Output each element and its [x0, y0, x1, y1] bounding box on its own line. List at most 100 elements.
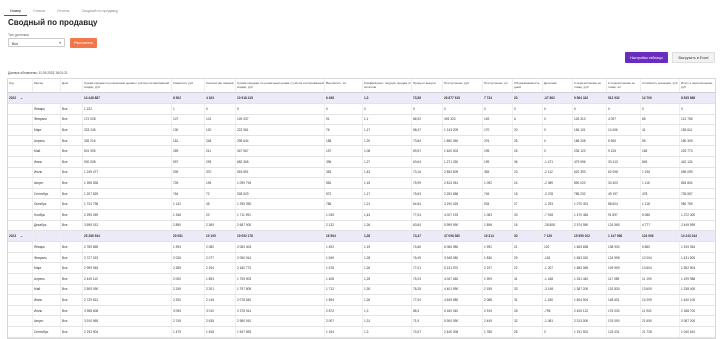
dom-cell: [60, 93, 82, 103]
value-cell: 4 163: [204, 93, 235, 103]
value-cell: 13 600: [640, 284, 679, 295]
value-cell: 1 563 020: [572, 252, 606, 263]
table-row[interactable]: Ноябрь Все 2 295 269 1 346 23 1 711 991 1 035 1…: [8, 210, 715, 221]
value-cell: 32: [512, 316, 542, 326]
value-cell: 1,28: [362, 252, 411, 263]
value-cell: 1 992: [482, 242, 512, 252]
table-row[interactable]: Август Все 1 396 535 726 194 1 099 794 581 1,15…: [8, 178, 715, 189]
tab-number[interactable]: Номер: [4, 7, 28, 16]
value-cell: 1 116: [640, 178, 679, 188]
table-row[interactable]: Март Все 2 999 946 2 289 2 294 2 180 772 1 678…: [8, 263, 715, 274]
value-cell: 109 909: [606, 263, 640, 273]
table-row[interactable]: Июль Все 3 958 608 3 095 3 010 2 378 914 2 872…: [8, 305, 715, 317]
value-cell: 0: [640, 104, 679, 114]
value-cell: 180 309: [679, 135, 715, 146]
value-cell: 5 160 040: [442, 305, 482, 316]
value-cell: 2 193 904: [82, 327, 171, 337]
value-cell: 0: [542, 114, 572, 125]
expand-icon[interactable]: ⌄: [20, 234, 23, 238]
column-header[interactable]: Дом: [60, 79, 82, 92]
table-row[interactable]: Май Все 501 905 269 211 347 967 157 1,08 69,57 1 …: [8, 146, 715, 157]
column-header[interactable]: Процент выкупа: [411, 79, 442, 92]
column-header[interactable]: Год: [8, 79, 32, 92]
table-row[interactable]: Июль Все 1 249 477 539 370 918 891 383 1,43 73,1…: [8, 167, 715, 179]
value-cell: 8 902: [171, 93, 204, 103]
table-row[interactable]: Декабрь Все 3 699 012 2 890 2 369 2 687 000 2 …: [8, 220, 715, 232]
value-cell: 30: [512, 231, 542, 242]
column-header[interactable]: Оборачиваемость, дней: [512, 79, 542, 92]
column-header[interactable]: Стоимость хранения, руб: [640, 79, 679, 92]
value-cell: 0: [606, 104, 640, 114]
value-cell: 1 035: [324, 210, 362, 220]
table-row[interactable]: Март Все 323 245 130 120 222 961 76 1,17 58,47 1 …: [8, 125, 715, 136]
export-excel-button[interactable]: Выгрузить в Excel: [672, 52, 715, 63]
value-cell: 33: [512, 210, 542, 220]
value-cell: 199: [482, 157, 512, 167]
calculate-button[interactable]: Рассчитать: [70, 38, 97, 48]
value-cell: 77,04: [411, 210, 442, 220]
column-header[interactable]: Сумма продажи по розничным ценам с учёто…: [235, 79, 324, 92]
year-row[interactable]: 2022 ⌄ 14 448 887 8 902 4 163 10 918 415 6 498…: [8, 93, 715, 104]
value-cell: 785 232: [572, 188, 606, 199]
value-cell: -7 918: [542, 210, 572, 220]
tab-list[interactable]: Список: [27, 7, 51, 16]
table-row[interactable]: Август Все 3 910 965 2 749 2 635 2 980 910 2 0…: [8, 316, 715, 327]
table-row[interactable]: Октябрь Все 1 724 798 1 142 45 1 295 390 786 1,…: [8, 199, 715, 210]
value-cell: 501 905: [82, 146, 171, 156]
table-row[interactable]: Январь Все 1 222 1 0 0 0 0 0 0 0 0 0 0 0 0 0: [8, 104, 715, 115]
column-header[interactable]: Количество заказов: [204, 79, 235, 92]
month-cell: Май: [32, 284, 60, 295]
table-settings-button[interactable]: Настройки таблицы: [625, 52, 668, 63]
value-cell: 27: [512, 199, 542, 209]
column-header[interactable]: Месяц: [32, 79, 60, 92]
value-cell: 2 853 509: [442, 167, 482, 178]
column-header[interactable]: Выплатить, шт: [324, 79, 362, 92]
value-cell: 8 535 668: [679, 93, 715, 103]
table-row[interactable]: Сентябрь Все 1 207 829 764 72 928 529 572 1,17 7…: [8, 188, 715, 200]
column-header[interactable]: Коэффициент текущих продаж от остатков: [362, 79, 411, 92]
table-row[interactable]: Апрель Все 339 216 181 248 295 644 185 1,20 73,8…: [8, 135, 715, 147]
filter-select[interactable]: Все ▾: [8, 38, 65, 47]
column-header[interactable]: Поступление, руб: [442, 79, 482, 92]
table-row[interactable]: Январь Все 2 789 855 1 994 2 080 2 083 404 1 4…: [8, 242, 715, 253]
value-cell: 21: [512, 242, 542, 252]
table-row[interactable]: Май Все 2 509 090 2 249 2 201 1 797 809 1 712 1…: [8, 284, 715, 296]
column-header[interactable]: К перечислению за товар, руб: [572, 79, 606, 92]
value-cell: 918 891: [235, 167, 324, 178]
column-header[interactable]: Комиссия, руб: [171, 79, 204, 92]
value-cell: 130: [171, 125, 204, 135]
column-header[interactable]: К перечислению за товар, шт: [606, 79, 640, 92]
value-cell: 22: [512, 263, 542, 273]
table-row[interactable]: Февраль Все 172 028 107 101 149 437 91 1,1 86,92…: [8, 114, 715, 126]
year-cell: [8, 168, 32, 178]
value-cell: -3 148: [542, 284, 572, 295]
year-cell: [8, 295, 32, 305]
tab-seller-summary[interactable]: Сводный по продавцу: [75, 7, 124, 16]
value-cell: 76,25: [411, 284, 442, 295]
year-cell: [8, 146, 32, 156]
value-cell: 581: [324, 178, 362, 188]
value-cell: 1 196: [640, 167, 679, 178]
year-cell: [8, 221, 32, 231]
table-row[interactable]: Сентябрь Все 2 193 904 1 479 1 818 1 547 893 1…: [8, 327, 715, 338]
value-cell: 165: [640, 146, 679, 156]
value-cell: 120: [542, 242, 572, 252]
table-row[interactable]: Апрель Все 2 449 110 2 000 1 893 1 705 903 1 4…: [8, 274, 715, 285]
column-header[interactable]: Сумма продаж по розничным ценам с учётом…: [82, 79, 171, 92]
table-row[interactable]: Февраль Все 2 727 023 2 026 2 077 2 050 914 1 …: [8, 252, 715, 264]
value-cell: 41: [640, 125, 679, 135]
dom-cell: Все: [60, 135, 82, 146]
table-row[interactable]: Июнь Все 920 008 597 293 682 365 396 1,27 63,64 1…: [8, 157, 715, 168]
column-header[interactable]: Поступление, шт: [482, 79, 512, 92]
column-header[interactable]: Дельтакн: [542, 79, 572, 92]
column-header[interactable]: Итого к перечислению, руб: [679, 79, 715, 92]
month-cell: Июнь: [32, 157, 60, 167]
value-cell: 1 346: [171, 210, 204, 220]
table-row[interactable]: Июнь Все 2 729 812 2 200 2 145 2 078 540 1 694…: [8, 295, 715, 306]
value-cell: 1 909: [482, 274, 512, 284]
value-cell: 11 109: [640, 274, 679, 284]
value-cell: 0: [442, 104, 482, 114]
tab-reports[interactable]: Отчеты: [51, 7, 75, 16]
expand-icon[interactable]: ⌄: [20, 96, 23, 100]
year-row[interactable]: 2023 ⌄ 25 286 944 20 081 19 105 19 052 178 16 …: [8, 231, 715, 243]
